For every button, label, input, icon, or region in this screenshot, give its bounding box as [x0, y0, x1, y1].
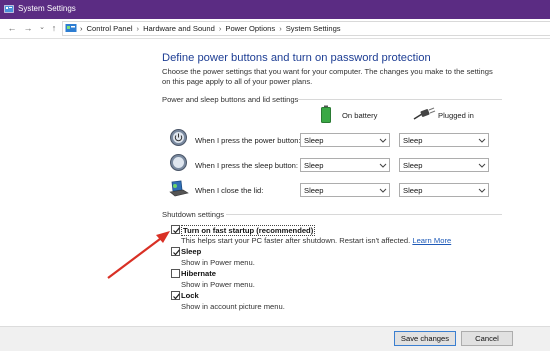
- lock-label[interactable]: Lock: [181, 291, 199, 300]
- footer-bar: Save changes Cancel: [0, 326, 550, 351]
- power-button-label: When I press the power button:: [195, 136, 301, 145]
- breadcrumb-power-options[interactable]: Power Options: [225, 24, 275, 33]
- chevron-down-icon: [379, 138, 387, 143]
- chevron-down-icon: [478, 163, 486, 168]
- section-divider: [226, 214, 502, 215]
- sleep-help: Show in Power menu.: [181, 258, 255, 267]
- sleep-button-plugged-in-select[interactable]: Sleep: [399, 158, 489, 172]
- breadcrumb-separator: ›: [279, 24, 282, 33]
- lock-help: Show in account picture menu.: [181, 302, 285, 311]
- power-section-label: Power and sleep buttons and lid settings: [162, 95, 299, 104]
- lock-checkbox[interactable]: [171, 291, 180, 300]
- battery-icon: [321, 105, 331, 123]
- recent-locations-icon[interactable]: ⌄: [36, 22, 48, 34]
- save-changes-button[interactable]: Save changes: [394, 331, 456, 346]
- breadcrumb-items: › Control Panel › Hardware and Sound › Power …: [80, 24, 341, 33]
- sleep-button-label: When I press the sleep button:: [195, 161, 298, 170]
- breadcrumb-hardware-and-sound[interactable]: Hardware and Sound: [143, 24, 215, 33]
- chevron-down-icon: [478, 138, 486, 143]
- select-value: Sleep: [304, 161, 324, 170]
- hibernate-help: Show in Power menu.: [181, 280, 255, 289]
- chevron-down-icon: [379, 188, 387, 193]
- close-lid-on-battery-select[interactable]: Sleep: [300, 183, 390, 197]
- select-value: Sleep: [304, 136, 324, 145]
- chevron-down-icon: [478, 188, 486, 193]
- select-value: Sleep: [403, 186, 423, 195]
- annotation-arrow-icon: [107, 231, 170, 279]
- power-button-on-battery-select[interactable]: Sleep: [300, 133, 390, 147]
- up-icon[interactable]: ↑: [48, 22, 60, 34]
- shutdown-section-label: Shutdown settings: [162, 210, 225, 219]
- column-on-battery: On battery: [342, 111, 378, 120]
- power-button-icon: [170, 129, 187, 146]
- breadcrumb-separator: ›: [136, 24, 140, 33]
- plug-icon: [413, 107, 436, 120]
- column-plugged-in: Plugged in: [438, 111, 474, 120]
- address-bar: ← → ⌄ ↑ › Control Panel › Hardware and Soun…: [0, 19, 550, 39]
- forward-icon[interactable]: →: [22, 22, 34, 34]
- select-value: Sleep: [403, 136, 423, 145]
- back-icon[interactable]: ←: [6, 22, 18, 34]
- close-lid-plugged-in-select[interactable]: Sleep: [399, 183, 489, 197]
- sleep-button-icon: [170, 154, 187, 171]
- cancel-button[interactable]: Cancel: [461, 331, 513, 346]
- power-button-plugged-in-select[interactable]: Sleep: [399, 133, 489, 147]
- breadcrumb-system-settings[interactable]: System Settings: [286, 24, 341, 33]
- chevron-down-icon: [379, 163, 387, 168]
- sleep-button-on-battery-select[interactable]: Sleep: [300, 158, 390, 172]
- breadcrumb-control-panel[interactable]: Control Panel: [87, 24, 133, 33]
- select-value: Sleep: [304, 186, 324, 195]
- page-title: Define power buttons and turn on passwor…: [162, 52, 431, 64]
- window-titlebar: System Settings: [0, 0, 550, 19]
- control-panel-icon: [65, 24, 77, 32]
- select-value: Sleep: [403, 161, 423, 170]
- learn-more-link[interactable]: Learn More: [412, 236, 451, 245]
- breadcrumb-separator: ›: [80, 24, 83, 33]
- fast-startup-help-text: This helps start your PC faster after sh…: [181, 236, 411, 245]
- fast-startup-help: This helps start your PC faster after sh…: [181, 236, 451, 245]
- checkmark-icon: [173, 293, 180, 300]
- breadcrumb-separator: ›: [218, 24, 222, 33]
- control-panel-icon: [4, 5, 14, 13]
- close-lid-label: When I close the lid:: [195, 186, 264, 195]
- fast-startup-label[interactable]: Turn on fast startup (recommended): [181, 225, 316, 236]
- section-divider: [296, 99, 502, 100]
- hibernate-label[interactable]: Hibernate: [181, 269, 216, 278]
- laptop-lid-icon: [169, 180, 189, 197]
- window-title: System Settings: [18, 4, 76, 13]
- page-description: Choose the power settings that you want …: [162, 67, 493, 86]
- sleep-label[interactable]: Sleep: [181, 247, 201, 256]
